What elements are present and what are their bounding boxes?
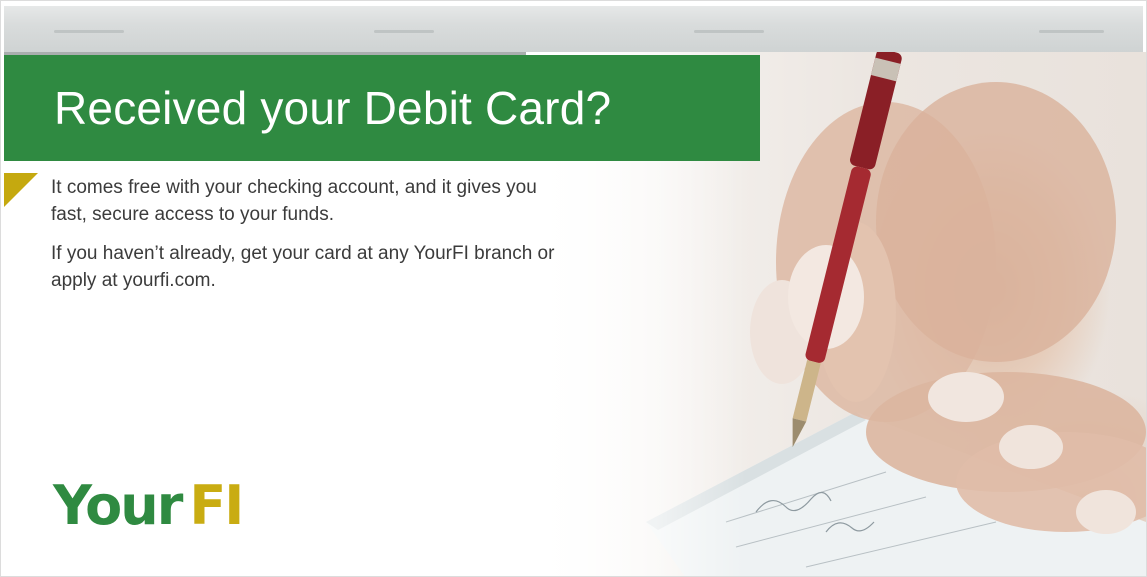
logo-your: Your	[53, 474, 183, 537]
body-paragraph-2: If you haven’t already, get your card at…	[51, 243, 555, 291]
body-paragraph-1: It comes free with your checking account…	[51, 177, 537, 225]
top-blurred-strip	[4, 6, 1143, 56]
body-copy: It comes free with your checking account…	[51, 174, 571, 306]
logo-fi: FI	[189, 474, 244, 537]
headline: Received your Debit Card?	[54, 82, 612, 134]
email-banner: Received your Debit Card? It comes free …	[0, 0, 1147, 577]
headline-banner: Received your Debit Card?	[4, 55, 760, 161]
gold-corner-accent	[4, 173, 38, 207]
yourfi-logo: Your FI	[53, 471, 244, 541]
